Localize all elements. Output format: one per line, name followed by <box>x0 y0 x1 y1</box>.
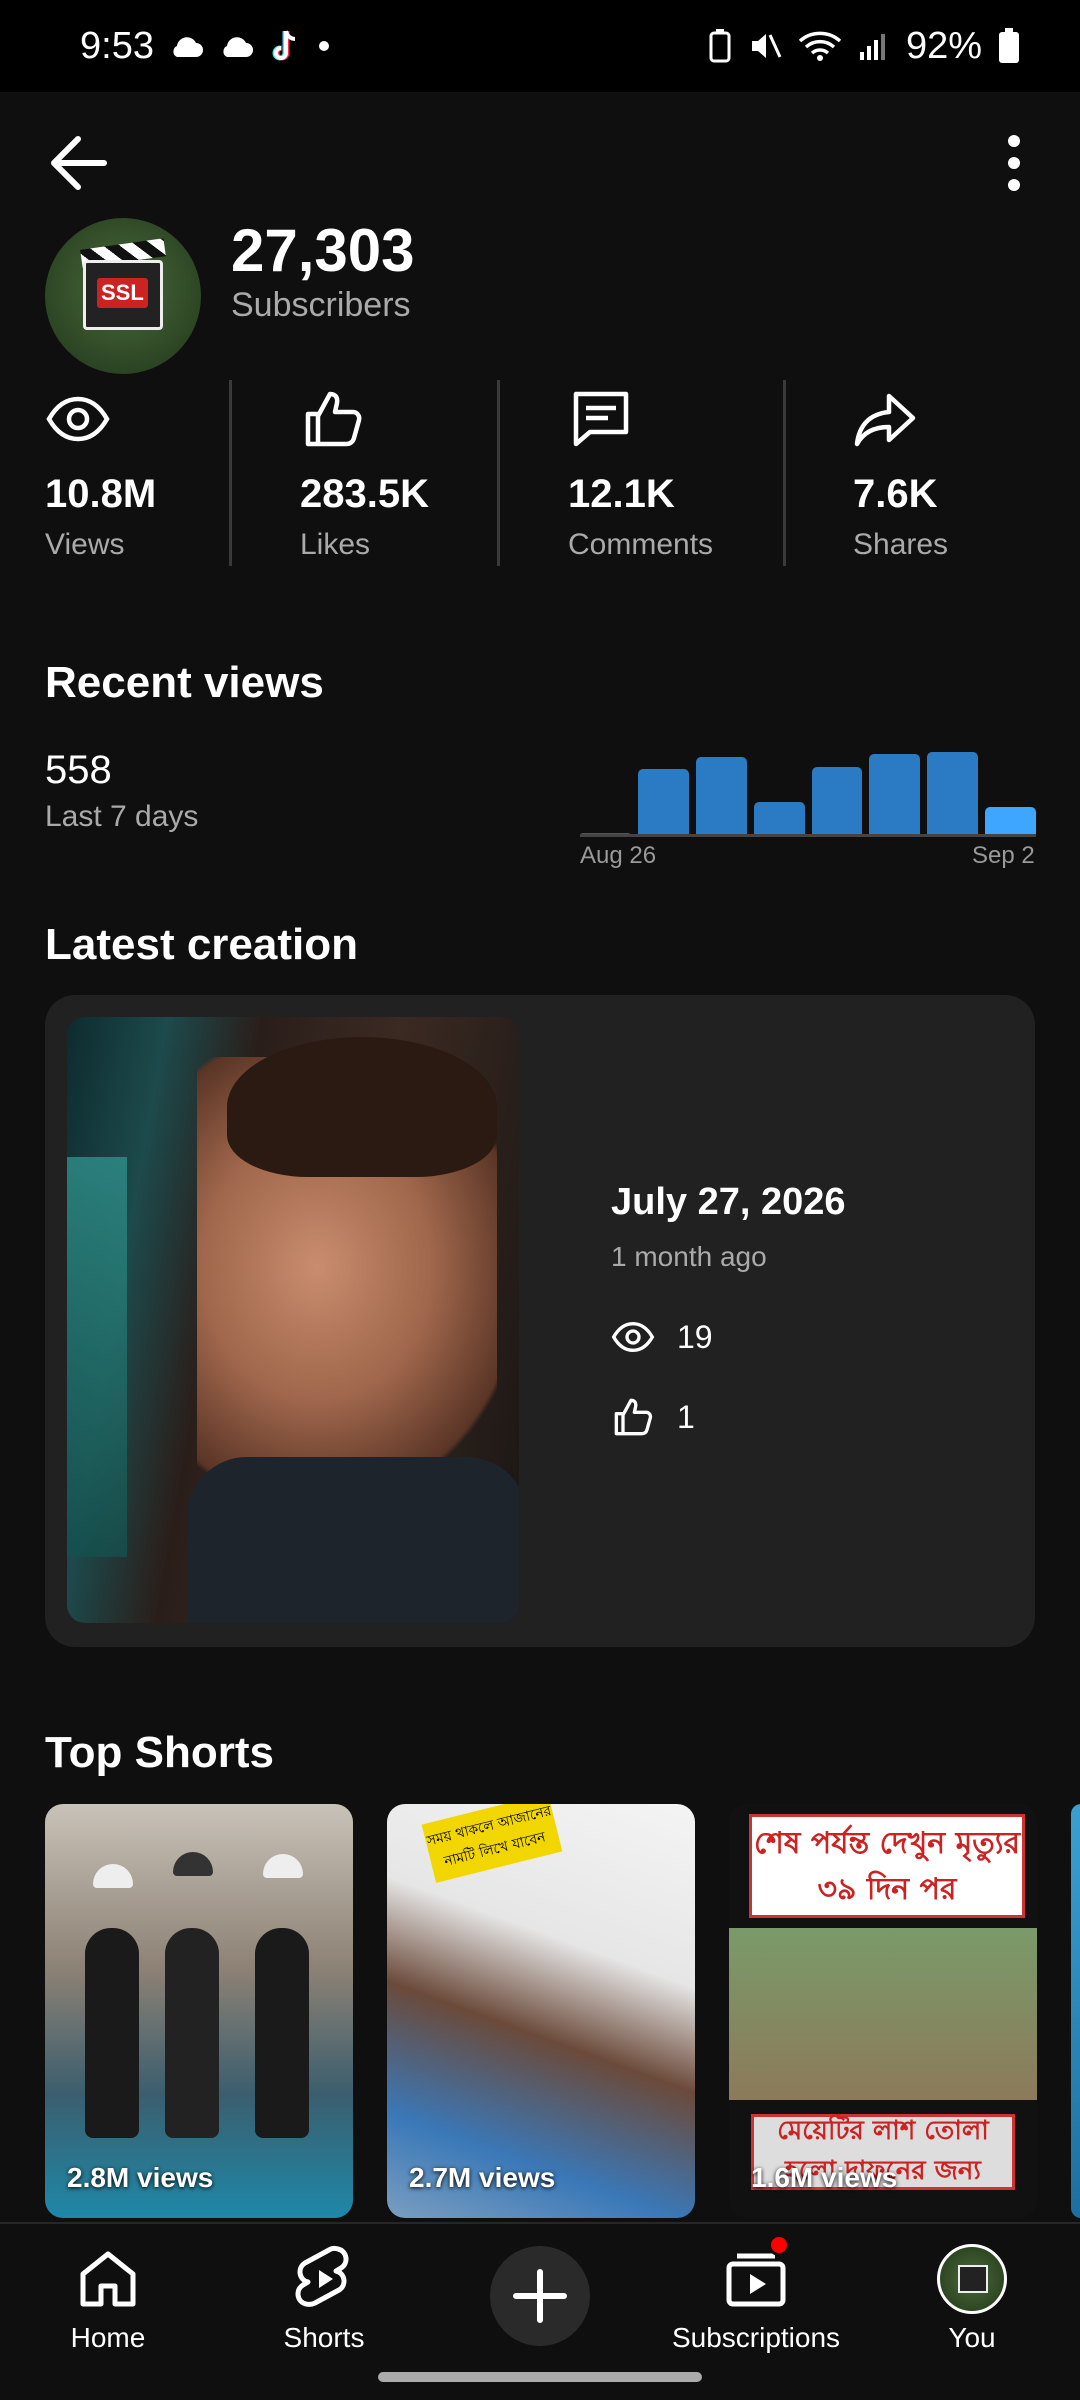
short-thumbnail[interactable]: 2.8M views <box>45 1804 353 2218</box>
eye-icon <box>46 396 110 442</box>
tiktok-icon <box>272 30 296 61</box>
subscriber-count: 27,303 <box>231 217 415 284</box>
short-views: 1.6M views <box>751 2162 898 2193</box>
chart-bar <box>869 754 921 836</box>
mute-icon <box>751 34 782 58</box>
status-time: 9:53 <box>80 24 154 67</box>
signal-icon <box>859 34 885 60</box>
latest-creation-age: 1 month ago <box>611 1241 767 1272</box>
latest-creation-thumbnail[interactable] <box>67 1017 519 1623</box>
nav-shorts[interactable]: Shorts <box>268 2244 380 2354</box>
plus-icon <box>513 2269 567 2323</box>
recent-views-title: Recent views <box>45 658 324 707</box>
battery-percent: 92% <box>905 24 982 67</box>
short-thumbnail[interactable]: শেষ পর্যন্ত দেখুন মৃত্যুর ৩৯ দিন পর মেয়… <box>729 1804 1037 2218</box>
status-bar: 9:53 92% <box>0 0 1080 92</box>
recent-views-chart[interactable] <box>580 740 1036 836</box>
subscriptions-badge <box>768 2234 790 2256</box>
short-thumbnail[interactable]: সময় থাকলে আজানের নামটি লিখে যাবেন 2.7M … <box>387 1804 695 2218</box>
back-arrow-icon[interactable] <box>44 128 114 198</box>
latest-creation-likes: 1 <box>611 1395 695 1439</box>
stat-label: Likes <box>300 528 371 561</box>
more-options-icon[interactable] <box>984 128 1044 198</box>
stat-value: 7.6K <box>853 472 938 516</box>
nav-subscriptions[interactable]: Subscriptions <box>668 2244 844 2354</box>
cloud-icon <box>173 37 203 57</box>
short-views: 2.7M views <box>409 2162 556 2193</box>
stat-value: 10.8M <box>45 472 157 516</box>
short-sticker: সময় থাকলে আজানের নামটি লিখে যাবেন <box>421 1804 563 1883</box>
short-thumbnail[interactable] <box>1071 1804 1080 2218</box>
recent-views-count: 558 <box>45 748 112 792</box>
top-shorts-title: Top Shorts <box>45 1728 274 1777</box>
stat-value: 12.1K <box>568 472 675 516</box>
latest-creation-date: July 27, 2026 <box>611 1181 846 1223</box>
chart-bar <box>753 802 805 836</box>
home-indicator[interactable] <box>378 2372 702 2382</box>
top-shorts-carousel[interactable]: 2.8M views সময় থাকলে আজানের নামটি লিখে … <box>45 1804 1080 2218</box>
chart-bar <box>695 757 747 836</box>
latest-creation-card[interactable]: July 27, 2026 1 month ago 19 1 <box>45 995 1035 1647</box>
chart-bar <box>985 807 1036 836</box>
latest-creation-views: 19 <box>611 1315 713 1359</box>
stat-label: Views <box>45 528 125 561</box>
nav-home[interactable]: Home <box>56 2244 160 2354</box>
stat-likes: 283.5K Likes <box>300 380 480 570</box>
chart-bar <box>637 768 689 836</box>
thumb-up-icon <box>614 1398 653 1436</box>
nav-you[interactable]: You <box>922 2244 1022 2354</box>
shorts-icon <box>295 2245 349 2307</box>
stat-shares: 7.6K Shares <box>853 380 1033 570</box>
notification-dot-icon <box>318 41 329 51</box>
create-button[interactable] <box>490 2246 590 2346</box>
stat-label: Comments <box>568 528 714 561</box>
top-app-bar <box>0 92 1080 228</box>
channel-header: SSL 27,303 Subscribers <box>45 217 1035 374</box>
comment-icon <box>573 391 629 447</box>
stat-value: 283.5K <box>300 472 429 516</box>
stat-views: 10.8M Views <box>45 380 225 570</box>
cloud-icon <box>223 37 253 57</box>
stat-comments: 12.1K Comments <box>568 380 768 570</box>
eye-icon <box>611 1321 655 1353</box>
user-avatar <box>937 2244 1007 2314</box>
battery-saver-icon <box>709 29 731 63</box>
latest-creation-title: Latest creation <box>45 920 358 969</box>
subscriber-label: Subscribers <box>231 286 411 324</box>
short-views: 2.8M views <box>67 2162 214 2193</box>
home-icon <box>80 2251 136 2307</box>
wifi-icon <box>798 31 842 61</box>
chart-baseline <box>580 834 1036 837</box>
chart-bar <box>811 766 863 836</box>
stat-divider <box>229 380 232 566</box>
short-banner-top: শেষ পর্যন্ত দেখুন মৃত্যুর ৩৯ দিন পর <box>753 1826 1021 1907</box>
stat-label: Shares <box>853 528 949 561</box>
battery-icon <box>999 28 1019 63</box>
chart-bar <box>927 751 979 836</box>
recent-views-period: Last 7 days <box>45 800 199 833</box>
stat-divider <box>497 380 500 566</box>
chart-start-label: Aug 26 <box>580 842 657 869</box>
channel-avatar[interactable]: SSL <box>45 218 201 374</box>
chart-end-label: Sep 2 <box>972 842 1035 869</box>
share-icon <box>854 393 916 447</box>
thumb-up-icon <box>305 391 362 447</box>
stat-divider <box>783 380 786 566</box>
